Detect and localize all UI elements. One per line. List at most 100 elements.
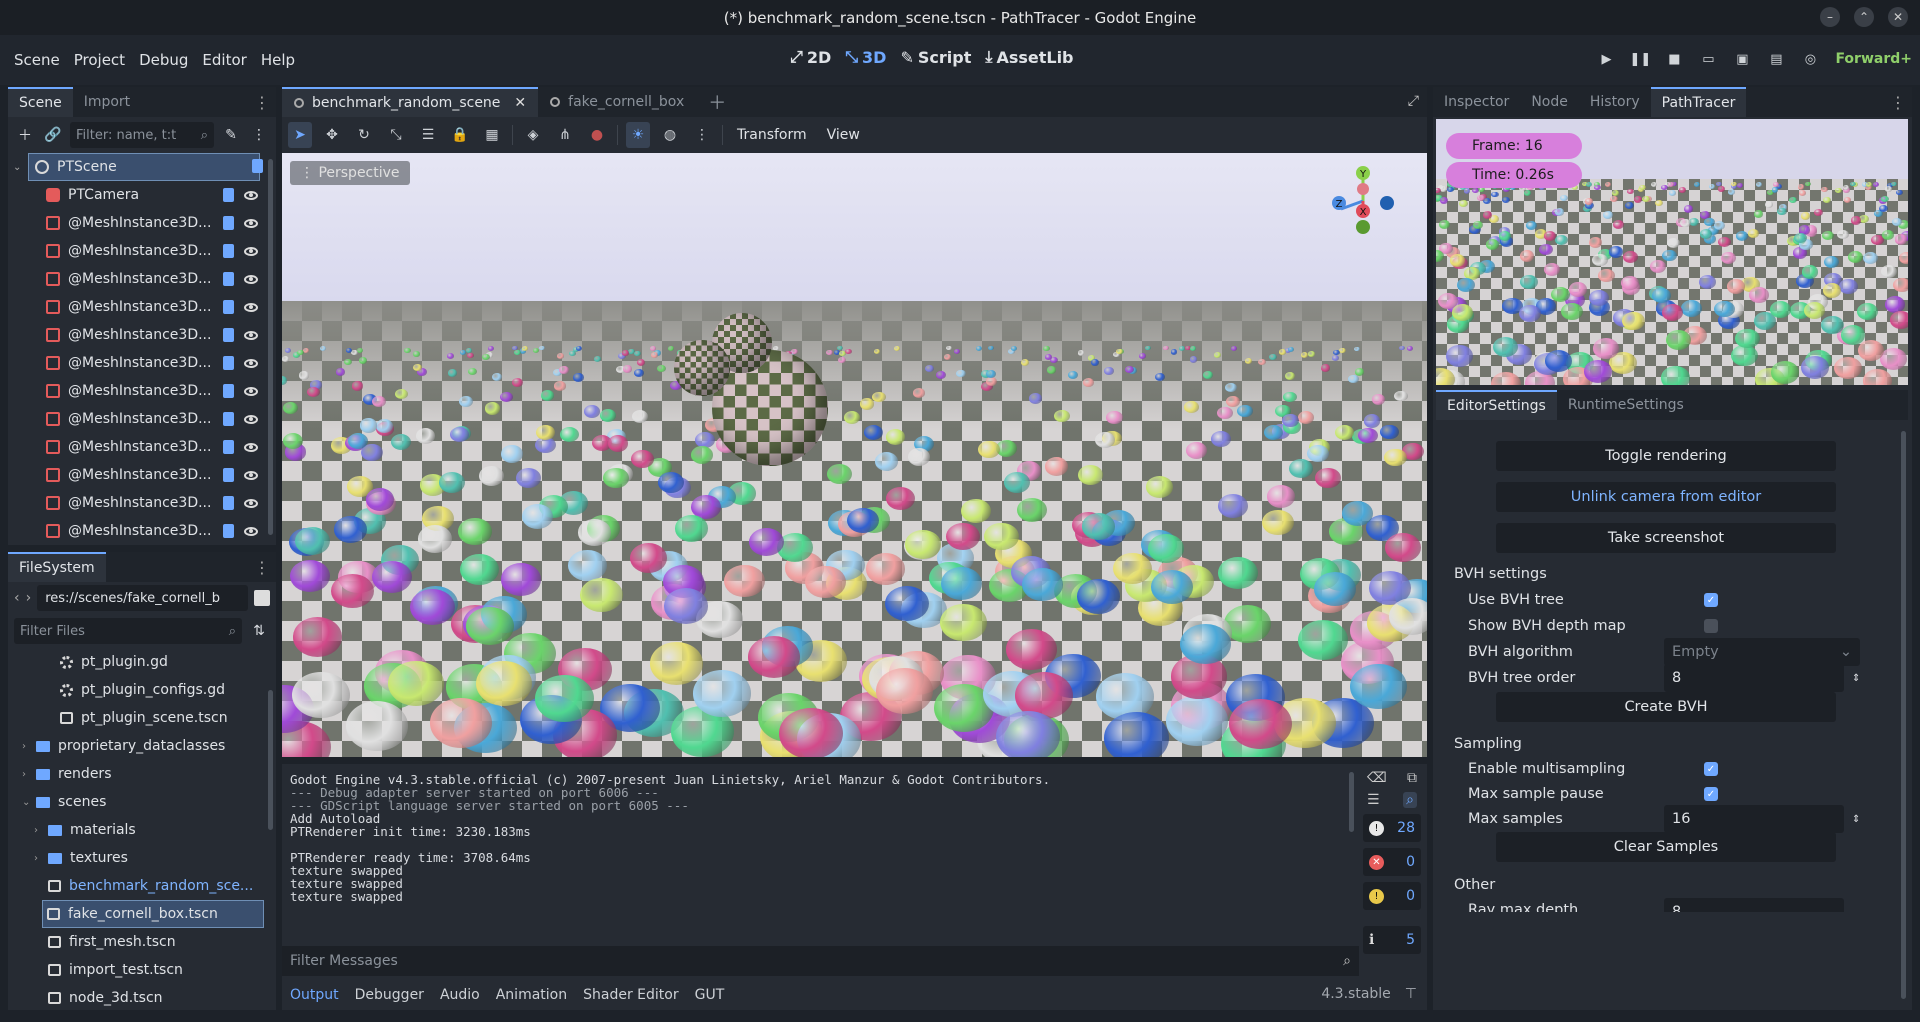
pause-icon[interactable]: ❚❚	[1627, 46, 1653, 72]
tab-gut[interactable]: GUT	[695, 987, 725, 1003]
close-icon[interactable]: ✕	[1888, 7, 1908, 27]
toggle-rendering-button[interactable]: Toggle rendering	[1496, 441, 1836, 471]
perspective-menu[interactable]: ⋮ Perspective	[290, 161, 410, 185]
tree-row-mesh[interactable]: @MeshInstance3D...	[8, 321, 276, 349]
visibility-icon[interactable]	[244, 498, 258, 508]
unlink-camera-button[interactable]: Unlink camera from editor	[1496, 482, 1836, 512]
file-item[interactable]: › materials	[8, 816, 276, 844]
file-item[interactable]: ⌄ scenes	[8, 788, 276, 816]
view-menu[interactable]: View	[821, 127, 866, 143]
max-samples-input[interactable]: 16	[1664, 805, 1844, 833]
script-icon[interactable]	[223, 328, 234, 342]
visibility-icon[interactable]	[244, 526, 258, 536]
dock-menu-icon[interactable]: ⋮	[254, 93, 270, 112]
tab-benchmark-random-scene[interactable]: benchmark_random_scene ✕	[282, 87, 539, 117]
add-node-icon[interactable]: ＋	[14, 124, 36, 146]
script-icon[interactable]	[223, 524, 234, 538]
chevron-down-icon[interactable]: ⌄	[13, 162, 21, 173]
chevron-icon[interactable]: ⌄	[22, 797, 34, 808]
multisampling-checkbox[interactable]: ✓	[1704, 762, 1718, 776]
file-item[interactable]: pt_plugin_scene.tscn	[8, 704, 276, 732]
view-gizmo[interactable]: Y X Z	[1329, 161, 1419, 241]
script-icon[interactable]	[223, 468, 234, 482]
renderer-select[interactable]: Forward+	[1835, 51, 1912, 67]
messages-counter[interactable]: ! 28	[1363, 814, 1421, 842]
script-icon[interactable]	[252, 159, 263, 173]
distraction-free-icon[interactable]: ⤢	[1408, 93, 1419, 109]
stepper-icon[interactable]: ⇕	[1852, 673, 1860, 684]
script-icon[interactable]	[223, 412, 234, 426]
sample-pause-checkbox[interactable]: ✓	[1704, 787, 1718, 801]
script-icon[interactable]	[223, 496, 234, 510]
movie-maker-icon[interactable]: ◎	[1797, 46, 1823, 72]
forward-icon[interactable]: ›	[26, 590, 32, 606]
script-icon[interactable]	[223, 384, 234, 398]
remote-debug-icon[interactable]: ▭	[1695, 46, 1721, 72]
play-icon[interactable]: ▶	[1593, 46, 1619, 72]
tree-row-ptscene[interactable]: ⌄ PTScene	[13, 153, 260, 181]
tree-row-mesh[interactable]: @MeshInstance3D...	[8, 265, 276, 293]
menu-help[interactable]: Help	[254, 51, 302, 69]
output-log[interactable]: Godot Engine v4.3.stable.official (c) 20…	[290, 772, 1350, 944]
tab-pathtracer[interactable]: PathTracer	[1650, 87, 1747, 117]
add-tab-icon[interactable]: ＋	[696, 87, 738, 117]
chevron-icon[interactable]: ›	[34, 825, 46, 836]
lock-icon[interactable]: 🔒	[448, 122, 472, 148]
tree-row-mesh[interactable]: @MeshInstance3D...	[8, 349, 276, 377]
script-icon[interactable]	[223, 440, 234, 454]
tab-history[interactable]: History	[1579, 87, 1651, 117]
workspace-2d[interactable]: ⤢ 2D	[790, 47, 831, 67]
tab-output[interactable]: Output	[290, 987, 339, 1003]
workspace-3d[interactable]: ⤡ 3D	[845, 47, 886, 67]
tab-runtime-settings[interactable]: RuntimeSettings	[1557, 390, 1695, 420]
settings-scrollbar[interactable]	[1901, 431, 1906, 999]
file-item[interactable]: › renders	[8, 760, 276, 788]
copy-icon[interactable]: ⧉	[1407, 770, 1417, 786]
clear-log-icon[interactable]: ⌫	[1367, 770, 1387, 786]
tree-row-mesh[interactable]: @MeshInstance3D...	[8, 293, 276, 321]
tree-row-mesh[interactable]: @MeshInstance3D...	[8, 405, 276, 433]
tab-node[interactable]: Node	[1520, 87, 1579, 117]
info-counter[interactable]: ℹ5	[1363, 926, 1421, 954]
back-icon[interactable]: ‹	[14, 590, 20, 606]
tree-row-mesh[interactable]: @MeshInstance3D...	[8, 489, 276, 517]
environment-icon[interactable]: ◍	[658, 122, 682, 148]
chevron-icon[interactable]: ›	[34, 853, 46, 864]
collapse-icon[interactable]: ☰	[1367, 792, 1380, 808]
scale-tool-icon[interactable]: ⤡	[384, 122, 408, 148]
visibility-icon[interactable]	[244, 442, 258, 452]
split-view-icon[interactable]	[254, 590, 270, 606]
visibility-icon[interactable]	[244, 246, 258, 256]
more-icon[interactable]: ⋮	[690, 122, 714, 148]
tree-row-mesh[interactable]: @MeshInstance3D...	[8, 209, 276, 237]
menu-project[interactable]: Project	[67, 51, 132, 69]
take-screenshot-button[interactable]: Take screenshot	[1496, 523, 1836, 553]
transform-menu[interactable]: Transform	[731, 127, 813, 143]
visibility-icon[interactable]	[244, 274, 258, 284]
clear-samples-button[interactable]: Clear Samples	[1496, 832, 1836, 862]
stepper-icon[interactable]: ⇕	[1852, 814, 1860, 825]
script-icon[interactable]	[223, 244, 234, 258]
file-item[interactable]: pt_plugin_configs.gd	[8, 676, 276, 704]
tree-row-mesh[interactable]: @MeshInstance3D...	[8, 377, 276, 405]
ray-depth-input[interactable]: 8	[1664, 898, 1844, 912]
tab-scene[interactable]: Scene	[8, 87, 73, 117]
tab-shader-editor[interactable]: Shader Editor	[583, 987, 678, 1003]
attach-script-icon[interactable]: ✎	[220, 124, 242, 146]
list-select-icon[interactable]: ☰	[416, 122, 440, 148]
bvh-order-input[interactable]: 8	[1664, 664, 1844, 692]
sun-preview-icon[interactable]: ☀	[626, 122, 650, 148]
script-icon[interactable]	[223, 216, 234, 230]
script-icon[interactable]	[223, 300, 234, 314]
chevron-icon[interactable]: ›	[22, 769, 34, 780]
log-scrollbar[interactable]	[1349, 772, 1354, 832]
bvh-algorithm-select[interactable]: Empty ⌄	[1664, 638, 1860, 666]
visibility-icon[interactable]	[244, 302, 258, 312]
tree-row-ptcamera[interactable]: PTCamera	[8, 181, 276, 209]
maximize-icon[interactable]: ⌃	[1854, 7, 1874, 27]
3d-viewport[interactable]: ⋮ Perspective Y X Z	[282, 153, 1427, 757]
workspace-assetlib[interactable]: ⤓ AssetLib	[985, 47, 1073, 67]
link-icon[interactable]: 🔗	[42, 124, 64, 146]
tab-animation[interactable]: Animation	[496, 987, 567, 1003]
snap-icon[interactable]: ⋔	[553, 122, 577, 148]
